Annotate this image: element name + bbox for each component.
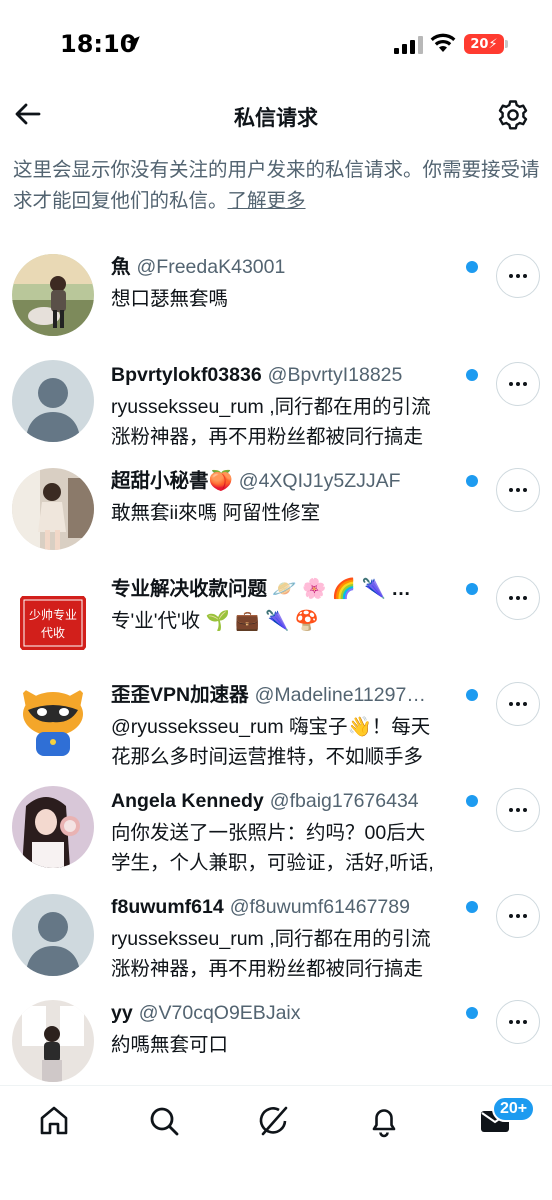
sender-name: 专业解决收款问题 🪐 🌸 🌈 🌂 … [111,578,411,600]
unread-dot [466,369,478,381]
avatar[interactable] [12,468,94,550]
status-bar: 18:10 20 ⚡ [0,0,552,90]
unread-dot [466,689,478,701]
message-preview: ryusseksseu_rum ,同行都在用的引流 涨粉神器，再不用粉丝都被同行… [111,396,431,448]
cell-signal-icon [394,36,424,54]
sender-handle: @f8uwumf61467789 [229,896,410,918]
message-preview: 想口瑟無套嗎 [111,288,229,310]
header: 私信请求 [0,90,552,142]
message-header: 超甜小秘書🍑 @4XQIJ1y5ZJJAF [111,468,461,494]
sender-name: yy [111,1002,133,1024]
unread-dot [466,583,478,595]
more-options-button[interactable] [496,576,540,620]
message-request-item[interactable]: yy @V70cqO9EBJaix 約嗎無套可口 [0,986,552,1086]
message-header: 歪歪VPN加速器 @Madeline11297… [111,682,461,708]
sender-handle: @FreedaK43001 [136,256,286,278]
raccoon-avatar[interactable] [12,680,94,762]
sender-name: f8uwumf614 [111,896,224,918]
seal-text: 少帅专业 代收 [28,608,77,640]
red-seal-avatar[interactable]: 少帅专业 代收 [12,582,94,664]
battery-indicator: 20 ⚡ [464,34,504,54]
message-request-item[interactable]: f8uwumf614 @f8uwumf61467789 ryusseksseu_r… [0,880,552,986]
unread-dot [466,901,478,913]
message-header: yy @V70cqO9EBJaix [111,1000,461,1026]
message-header: 专业解决收款问题 🪐 🌸 🌈 🌂 … [111,576,461,602]
more-options-button[interactable] [496,1000,540,1044]
home-icon[interactable] [37,1104,71,1138]
gear-icon[interactable] [496,98,530,132]
sender-name: 魚 [111,256,131,278]
more-options-button[interactable] [496,362,540,406]
message-request-item[interactable]: 魚 @FreedaK43001 想口瑟無套嗎 [0,240,552,348]
default-avatar[interactable] [12,894,94,976]
more-options-button[interactable] [496,254,540,298]
message-request-list: 魚 @FreedaK43001 想口瑟無套嗎 Bpvrtylokf03836 @Bp… [0,240,552,1086]
search-icon[interactable] [147,1104,181,1138]
unread-dot [466,475,478,487]
unread-dot [466,795,478,807]
grok-icon[interactable] [257,1104,291,1138]
sender-name: 歪歪VPN加速器 [111,684,249,706]
sender-name: 超甜小秘書🍑 [111,470,233,492]
message-header: Angela Kennedy @fbaig17676434 [111,788,461,814]
notifications-icon[interactable] [367,1104,401,1138]
more-options-button[interactable] [496,788,540,832]
wifi-icon [430,33,456,52]
battery-tip [505,40,508,48]
message-preview: 敢無套ii來嗎 阿留性修室 [111,502,321,524]
learn-more-link[interactable]: 了解更多 [228,190,306,212]
avatar[interactable] [12,786,94,868]
messages-badge: 20+ [492,1096,536,1122]
avatar[interactable] [12,254,94,336]
more-options-button[interactable] [496,894,540,938]
sender-handle: @4XQIJ1y5ZJJAF [238,470,401,492]
message-header: Bpvrtylokf03836 @BpvrtyI18825 [111,362,461,388]
unread-dot [466,261,478,273]
sender-handle: @V70cqO9EBJaix [138,1002,301,1024]
message-header: f8uwumf614 @f8uwumf61467789 [111,894,461,920]
unread-dot [466,1007,478,1019]
avatar[interactable] [12,1000,94,1082]
message-header: 魚 @FreedaK43001 [111,254,461,280]
sender-handle: @fbaig17676434 [269,790,419,812]
sender-handle: @BpvrtyI18825 [267,364,403,386]
message-request-item[interactable]: 超甜小秘書🍑 @4XQIJ1y5ZJJAF 敢無套ii來嗎 阿留性修室 [0,454,552,562]
page-title: 私信请求 [234,107,318,130]
message-preview: ryusseksseu_rum ,同行都在用的引流 涨粉神器，再不用粉丝都被同行… [111,928,431,980]
message-request-item[interactable]: Bpvrtylokf03836 @BpvrtyI18825 ryusseksseu… [0,348,552,454]
dm-requests-notice: 这里会显示你没有关注的用户发来的私信请求。你需要接受请求才能回复他们的私信。了解… [13,155,543,217]
battery-level: 20 [470,36,489,52]
default-avatar[interactable] [12,360,94,442]
bottom-nav: 20+ [0,1085,552,1200]
sender-handle: @Madeline11297… [254,684,426,706]
message-preview: 向你发送了一张照片：约吗？00后大 学生，个人兼职，可验证，活好,听话, [111,822,434,874]
message-request-item[interactable]: 歪歪VPN加速器 @Madeline11297… @ryusseksseu_rum… [0,668,552,774]
message-preview: 专'业'代'收 🌱 💼 🌂 🍄 [111,610,319,632]
sender-name: Angela Kennedy [111,790,264,812]
message-preview: 約嗎無套可口 [111,1034,229,1056]
more-options-button[interactable] [496,682,540,726]
message-request-item[interactable]: Angela Kennedy @fbaig17676434 向你发送了一张照片：约… [0,774,552,880]
more-options-button[interactable] [496,468,540,512]
sender-name: Bpvrtylokf03836 [111,364,262,386]
message-request-item[interactable]: 少帅专业 代收 专业解决收款问题 🪐 🌸 🌈 🌂 … 专'业'代'收 🌱 💼 🌂… [0,562,552,668]
location-arrow-icon [126,36,140,50]
message-preview: @ryusseksseu_rum 嗨宝子👋！每天 花那么多时间运营推特，不如顺手… [111,716,431,768]
